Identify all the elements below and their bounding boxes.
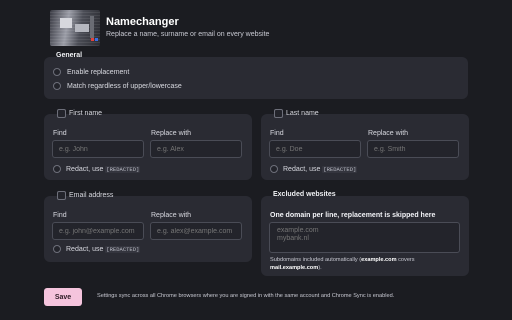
general-panel — [44, 57, 468, 99]
last-name-checkbox[interactable] — [274, 109, 283, 118]
redact-token: [REDACTED] — [105, 166, 141, 173]
redact-text: Redact, use — [66, 166, 104, 173]
email-find-label: Find — [53, 212, 67, 219]
last-name-redact-checkbox[interactable] — [270, 165, 278, 173]
first-name-replace-label: Replace with — [151, 130, 192, 137]
excluded-hint: Subdomains included automatically (examp… — [270, 256, 460, 272]
last-name-find-label: Find — [270, 130, 284, 137]
last-name-replace-input[interactable] — [367, 140, 459, 158]
excluded-title: Excluded websites — [273, 191, 336, 198]
excluded-domains-textarea[interactable] — [269, 222, 460, 253]
hint-prefix: Subdomains included automatically ( — [270, 257, 362, 263]
app-subtitle: Replace a name, surname or email on ever… — [106, 31, 270, 38]
first-name-redact-checkbox[interactable] — [53, 165, 61, 173]
hint-suffix: ). — [318, 265, 322, 271]
app-title: Namechanger — [106, 16, 179, 28]
app-logo — [50, 10, 100, 46]
hint-domain: example.com — [361, 257, 397, 263]
excluded-instruction: One domain per line, replacement is skip… — [270, 212, 436, 219]
last-name-replace-label: Replace with — [368, 130, 409, 137]
first-name-find-input[interactable] — [52, 140, 144, 158]
match-case-checkbox[interactable] — [53, 82, 61, 90]
first-name-checkbox[interactable] — [57, 109, 66, 118]
enable-replacement-checkbox[interactable] — [53, 68, 61, 76]
last-name-redact-label: Redact, use [REDACTED] — [283, 166, 358, 173]
last-name-title: Last name — [286, 110, 319, 117]
redact-text: Redact, use — [283, 166, 321, 173]
general-heading: General — [56, 52, 83, 59]
last-name-find-input[interactable] — [269, 140, 361, 158]
hint-mid: covers — [396, 257, 415, 263]
sync-note: Settings sync across all Chrome browsers… — [97, 293, 395, 299]
hint-subdomain: mail.example.com — [270, 265, 319, 271]
save-button[interactable]: Save — [44, 288, 82, 306]
email-redact-label: Redact, use [REDACTED] — [66, 246, 141, 253]
first-name-title: First name — [69, 110, 103, 117]
redact-text: Redact, use — [66, 246, 104, 253]
email-redact-checkbox[interactable] — [53, 245, 61, 253]
enable-replacement-label: Enable replacement — [67, 69, 130, 76]
first-name-replace-input[interactable] — [150, 140, 242, 158]
email-find-input[interactable] — [52, 222, 144, 240]
first-name-find-label: Find — [53, 130, 67, 137]
email-replace-label: Replace with — [151, 212, 192, 219]
email-title: Email address — [69, 192, 114, 199]
redact-token: [REDACTED] — [105, 246, 141, 253]
email-checkbox[interactable] — [57, 191, 66, 200]
email-replace-input[interactable] — [150, 222, 242, 240]
first-name-redact-label: Redact, use [REDACTED] — [66, 166, 141, 173]
match-case-label: Match regardless of upper/lowercase — [67, 83, 182, 90]
redact-token: [REDACTED] — [322, 166, 358, 173]
